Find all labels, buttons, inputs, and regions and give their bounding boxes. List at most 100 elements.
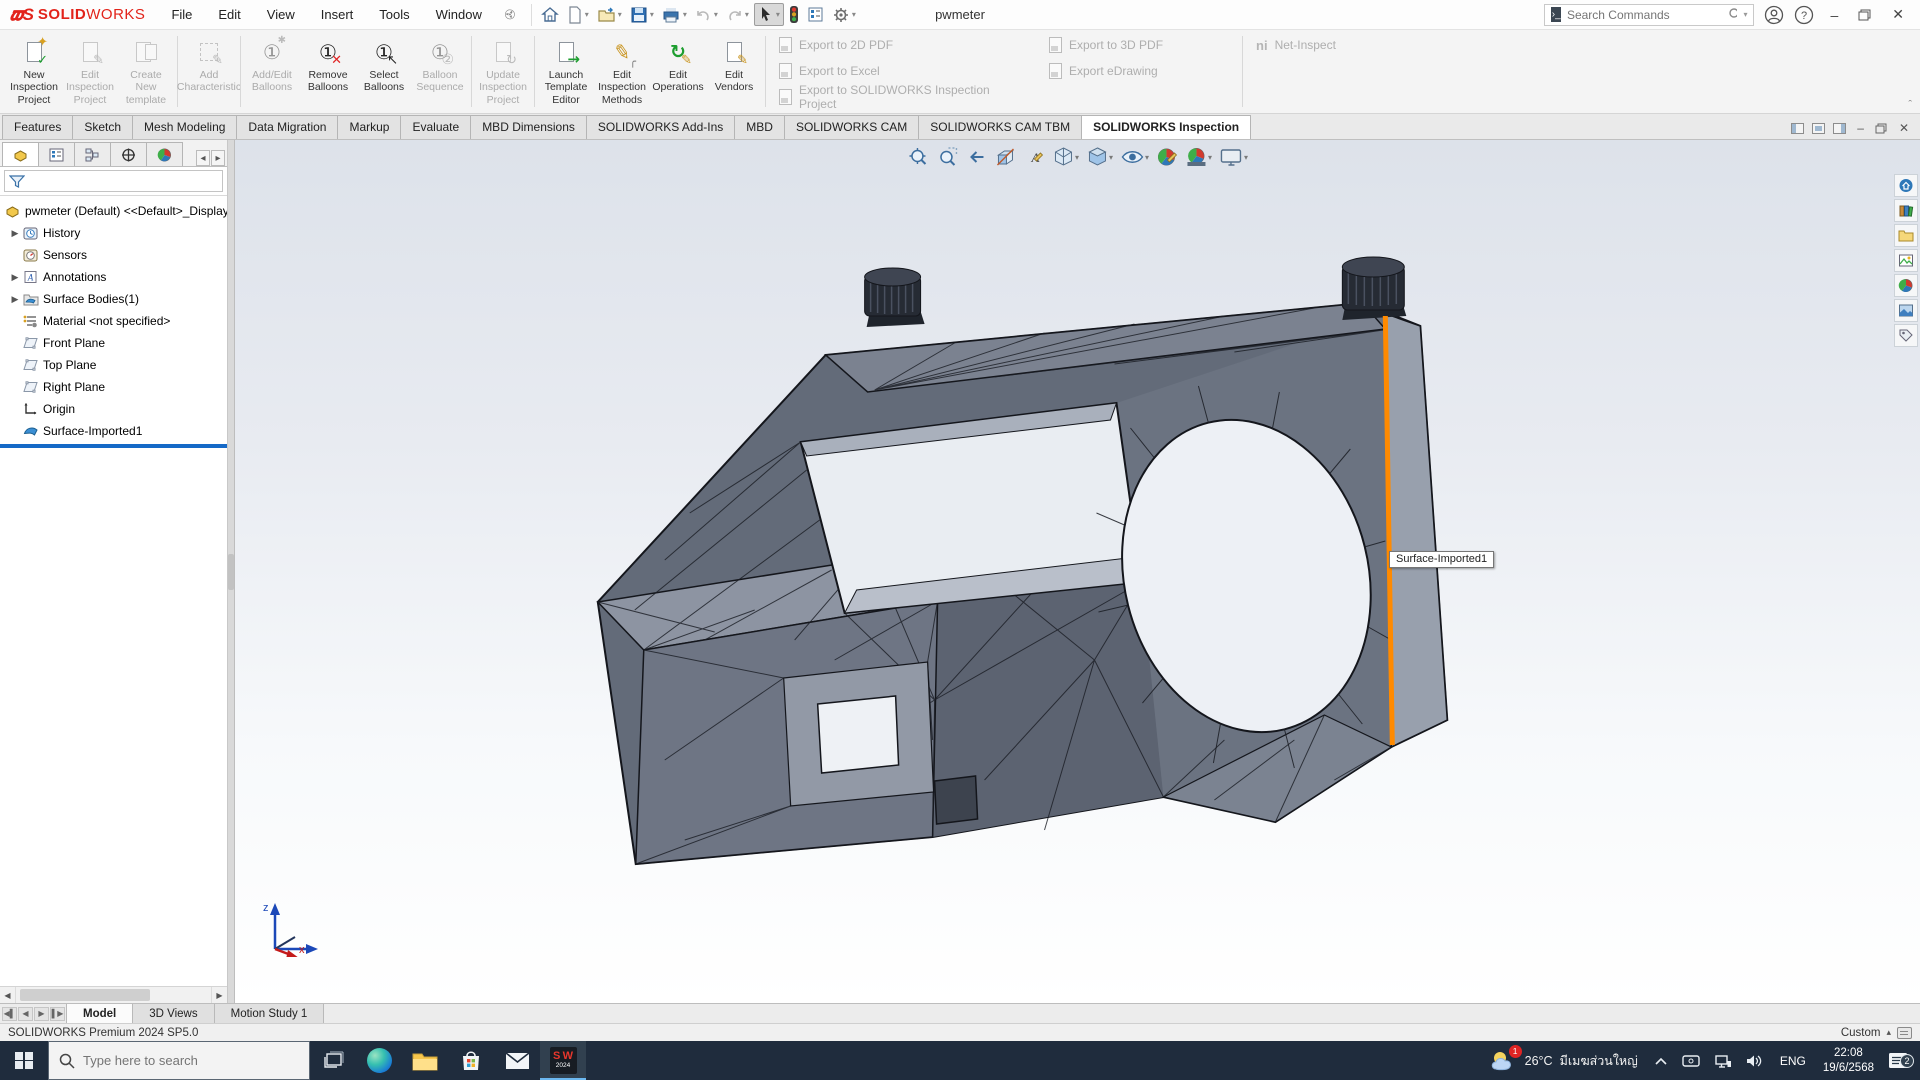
apply-scene-button[interactable]: ▾ — [1183, 144, 1214, 170]
pin-menu-icon[interactable]: ✇ — [500, 5, 518, 24]
view-orientation-button[interactable]: ▾ — [1050, 144, 1081, 170]
view-settings-button[interactable]: ▾ — [1217, 144, 1250, 170]
tree-root[interactable]: pwmeter (Default) <<Default>_Display — [0, 200, 227, 222]
options-list-button[interactable] — [804, 4, 827, 25]
doc-restore-icon[interactable] — [1875, 123, 1888, 134]
weather-widget[interactable]: 1 26°C มีเมฆส่วนใหญ่ — [1481, 1049, 1647, 1073]
tab-sketch[interactable]: Sketch — [72, 115, 133, 139]
clock[interactable]: 22:08 19/6/2568 — [1815, 1046, 1882, 1076]
displaymanager-tab[interactable] — [146, 142, 183, 166]
net-inspect-button[interactable]: niNet-Inspect — [1256, 34, 1436, 56]
minimize-button[interactable]: – — [1824, 7, 1844, 23]
fm-scroll-right-icon[interactable]: ▸ — [211, 150, 225, 166]
microsoft-store-icon[interactable] — [448, 1041, 494, 1080]
scroll-left-icon[interactable]: ◀ — [0, 987, 16, 1003]
hide-show-items-button[interactable]: ▾ — [1118, 144, 1151, 170]
tab-mbd-dimensions[interactable]: MBD Dimensions — [470, 115, 587, 139]
redo-button[interactable]: ▾ — [723, 5, 752, 25]
appearances-icon[interactable] — [1894, 274, 1918, 297]
expand-arrow-icon[interactable]: ▶ — [8, 294, 22, 305]
balloon-sequence-button[interactable]: ①② Balloon Sequence — [412, 32, 468, 111]
tree-item-right-plane[interactable]: Right Plane — [0, 376, 227, 398]
tab-data-migration[interactable]: Data Migration — [236, 115, 338, 139]
volume-icon[interactable] — [1739, 1041, 1771, 1080]
tab-mbd[interactable]: MBD — [734, 115, 785, 139]
panel-splitter[interactable] — [228, 140, 235, 1003]
tab-solidworks-addins[interactable]: SOLIDWORKS Add-Ins — [586, 115, 735, 139]
display-style-button[interactable]: ▾ — [1084, 144, 1115, 170]
update-inspection-project-button[interactable]: ↻ Update Inspection Project — [475, 32, 531, 111]
zoom-to-fit-button[interactable] — [905, 144, 931, 170]
ribbon-collapse-icon[interactable]: ˆ — [1908, 99, 1912, 111]
command-search-input[interactable] — [1567, 8, 1722, 22]
tab-motion-study[interactable]: Motion Study 1 — [214, 1004, 325, 1023]
menu-window[interactable]: Window — [424, 3, 494, 26]
tree-item-surface-bodies[interactable]: ▶ Surface Bodies(1) — [0, 288, 227, 310]
tab-3d-views[interactable]: 3D Views — [132, 1004, 214, 1023]
taskbar-search-input[interactable] — [83, 1053, 299, 1068]
resources-icon[interactable] — [1894, 174, 1918, 197]
menu-edit[interactable]: Edit — [206, 3, 252, 26]
mail-icon[interactable] — [494, 1041, 540, 1080]
tab-model[interactable]: Model — [66, 1004, 133, 1023]
export-edrawing-button[interactable]: Export eDrawing — [1049, 60, 1229, 82]
configurationmanager-tab[interactable] — [74, 142, 111, 166]
account-icon[interactable] — [1764, 5, 1784, 25]
tab-mesh-modeling[interactable]: Mesh Modeling — [132, 115, 237, 139]
edit-inspection-project-button[interactable]: ✎ Edit Inspection Project — [62, 32, 118, 111]
custom-properties-icon[interactable] — [1894, 324, 1918, 347]
rollback-bar[interactable] — [0, 444, 227, 448]
scrollbar-thumb[interactable] — [20, 989, 150, 1001]
create-new-template-button[interactable]: Create New template — [118, 32, 174, 111]
pane-left-icon[interactable] — [1791, 123, 1804, 134]
save-button[interactable]: ▾ — [627, 4, 657, 26]
undo-button[interactable]: ▾ — [692, 5, 721, 25]
hidden-icons-chevron[interactable] — [1647, 1041, 1675, 1080]
menu-view[interactable]: View — [255, 3, 307, 26]
solidworks-app-icon[interactable]: S W2024 — [540, 1041, 586, 1080]
launch-template-editor-button[interactable]: → Launch Template Editor — [538, 32, 594, 111]
mode-caret-icon[interactable]: ▴ — [1886, 1027, 1891, 1038]
model-3d-mesh[interactable] — [235, 140, 1920, 1003]
traffic-light-icon[interactable] — [786, 3, 802, 26]
fm-scroll-left-icon[interactable]: ◂ — [196, 150, 210, 166]
tree-item-history[interactable]: ▶ History — [0, 222, 227, 244]
tree-item-sensors[interactable]: Sensors — [0, 244, 227, 266]
print-button[interactable]: ▾ — [659, 4, 690, 26]
export-3d-pdf-button[interactable]: Export to 3D PDF — [1049, 34, 1229, 56]
previous-view-button[interactable] — [963, 144, 989, 170]
propertymanager-tab[interactable] — [38, 142, 75, 166]
dimxpertmanager-tab[interactable] — [110, 142, 147, 166]
edge-browser-icon[interactable] — [356, 1041, 402, 1080]
tab-features[interactable]: Features — [2, 115, 73, 139]
export-sw-inspection-button[interactable]: Export to SOLIDWORKS Inspection Project — [779, 86, 1029, 108]
first-tab-icon[interactable]: ◀▌ — [2, 1007, 17, 1021]
network-icon[interactable] — [1707, 1041, 1739, 1080]
add-characteristic-button[interactable]: ✎ Add Characteristic — [181, 32, 237, 111]
next-tab-icon[interactable]: ▶ — [34, 1007, 49, 1021]
home-button[interactable] — [538, 4, 562, 26]
expand-arrow-icon[interactable]: ▶ — [8, 272, 22, 283]
view-palette-icon[interactable] — [1894, 249, 1918, 272]
tree-item-material[interactable]: Material <not specified> — [0, 310, 227, 332]
settings-gear-button[interactable]: ▾ — [829, 4, 859, 26]
select-balloons-button[interactable]: ①↖ Select Balloons — [356, 32, 412, 111]
remove-balloons-button[interactable]: ①✕ Remove Balloons — [300, 32, 356, 111]
section-view-button[interactable] — [992, 144, 1018, 170]
notification-center-button[interactable]: 2 — [1882, 1051, 1920, 1070]
last-tab-icon[interactable]: ▌▶ — [50, 1007, 65, 1021]
language-indicator[interactable]: ENG — [1771, 1054, 1815, 1068]
hide-show-annotations-button[interactable]: A — [1021, 144, 1047, 170]
select-tool-button[interactable]: ▾ — [754, 3, 784, 26]
doc-minimize-icon[interactable]: – — [1854, 121, 1867, 135]
pane-right-icon[interactable] — [1833, 123, 1846, 134]
help-icon[interactable]: ? — [1794, 5, 1814, 25]
search-caret-icon[interactable]: ▾ — [1743, 10, 1747, 19]
edit-vendors-button[interactable]: ✎ Edit Vendors — [706, 32, 762, 111]
edit-appearance-button[interactable] — [1154, 144, 1180, 170]
tree-horizontal-scrollbar[interactable]: ◀ ▶ — [0, 986, 227, 1003]
doc-close-icon[interactable]: ✕ — [1896, 121, 1912, 135]
expand-arrow-icon[interactable]: ▶ — [8, 228, 22, 239]
cast-icon[interactable] — [1675, 1041, 1707, 1080]
start-button[interactable] — [0, 1041, 48, 1080]
